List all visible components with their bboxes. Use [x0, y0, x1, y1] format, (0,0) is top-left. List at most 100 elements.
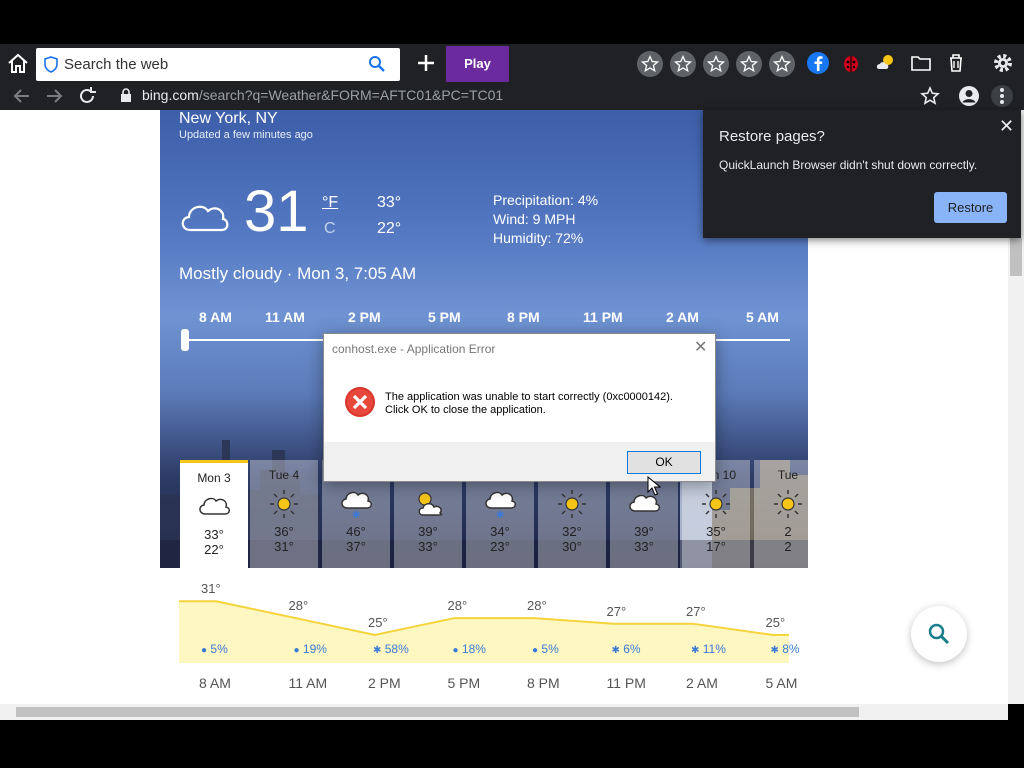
sun-icon	[538, 488, 606, 520]
chart-value-label: 27°	[606, 603, 627, 619]
chart-x-label: 11 PM	[606, 675, 646, 691]
day-low: 31°	[274, 539, 294, 554]
hour-label: 5 PM	[428, 309, 461, 325]
bookmark-star-icon[interactable]	[919, 85, 941, 107]
chart-x-label: 8 PM	[527, 675, 560, 691]
day-high: 2	[784, 524, 792, 539]
folder-icon[interactable]	[909, 51, 933, 75]
favorite-star-icon[interactable]	[637, 51, 663, 77]
error-message-line2: Click OK to close the application.	[385, 404, 546, 416]
close-icon[interactable]: ✕	[999, 116, 1014, 137]
close-icon[interactable]: ✕	[694, 337, 707, 357]
profile-icon[interactable]	[958, 85, 980, 107]
search-icon	[928, 623, 950, 645]
day-high: 46°	[346, 524, 366, 539]
search-icon[interactable]	[368, 55, 386, 78]
snowflake-icon: ✱	[770, 645, 779, 656]
humidity: Humidity: 72%	[493, 230, 584, 246]
hour-label: 8 PM	[507, 309, 540, 325]
drop-icon: ●	[532, 645, 539, 656]
day-high: 39°	[634, 524, 654, 539]
scrollbar-thumb[interactable]	[16, 707, 859, 717]
favorite-star-icon[interactable]	[703, 51, 729, 77]
precip-value: 58%	[384, 642, 409, 656]
gear-icon[interactable]	[991, 51, 1015, 75]
hour-label: 11 PM	[583, 309, 623, 325]
location[interactable]: New York, NY	[179, 110, 278, 128]
day-low: 2	[784, 539, 792, 554]
ok-button[interactable]: OK	[627, 451, 701, 474]
drop-icon: ●	[452, 645, 459, 656]
day-low: 37°	[346, 539, 366, 554]
day-high: 35°	[706, 524, 726, 539]
snow-cloud-icon: ✱	[322, 488, 390, 521]
precip-chance: ● 18%	[453, 642, 486, 656]
forward-arrow-icon[interactable]	[43, 85, 65, 107]
snow-cloud-icon: ✱	[466, 488, 534, 521]
chart-value-label: 27°	[686, 603, 706, 619]
horizontal-scrollbar[interactable]	[0, 704, 1008, 720]
precip-value: 5%	[210, 642, 228, 656]
error-dialog: conhost.exe - Application Error ✕ The ap…	[323, 333, 716, 482]
url-text[interactable]: bing.com/search?q=Weather&FORM=AFTC01&PC…	[142, 87, 503, 103]
day-high: 36°	[274, 524, 294, 539]
snowflake-icon: ✱	[373, 645, 382, 656]
day-tile[interactable]: Tue 4 36° 31°	[250, 460, 318, 568]
chart-x-label: 8 AM	[199, 675, 231, 691]
back-arrow-icon[interactable]	[11, 85, 33, 107]
day-low: 33°	[418, 539, 438, 554]
menu-kebab-icon[interactable]	[991, 85, 1013, 107]
hour-label: 5 AM	[746, 309, 779, 325]
hour-label: 2 PM	[348, 309, 381, 325]
dialog-title: conhost.exe - Application Error	[332, 342, 496, 356]
search-input[interactable]: Search the web	[36, 48, 400, 81]
restore-button[interactable]: Restore	[934, 192, 1007, 223]
snowflake-icon: ✱	[691, 645, 700, 656]
play-button[interactable]: Play	[446, 46, 509, 82]
unit-fahrenheit[interactable]: °F	[322, 194, 338, 212]
url-domain: bing.com	[142, 87, 199, 103]
today-high: 33°	[377, 194, 402, 211]
current-temperature: 31	[244, 179, 309, 244]
restore-title: Restore pages?	[719, 128, 825, 145]
favorite-star-icon[interactable]	[769, 51, 795, 77]
mouse-cursor-icon	[647, 475, 662, 501]
restore-message: QuickLaunch Browser didn't shut down cor…	[719, 158, 978, 172]
search-fab-button[interactable]	[911, 606, 967, 662]
unit-celsius[interactable]: C	[324, 220, 336, 238]
day-low: 30°	[562, 539, 582, 554]
trash-icon[interactable]	[944, 51, 968, 75]
precip-chance: ● 5%	[532, 642, 559, 656]
precipitation: Precipitation: 4%	[493, 192, 599, 208]
time-slider-handle[interactable]	[181, 329, 189, 351]
search-placeholder: Search the web	[64, 56, 169, 73]
chart-x-label: 2 AM	[686, 675, 718, 691]
chart-value-label: 31°	[201, 581, 221, 597]
drop-icon: ●	[201, 645, 208, 656]
top-toolbar: Search the web Play	[0, 44, 1024, 82]
home-icon[interactable]	[6, 52, 30, 76]
snowflake-icon: ✱	[611, 645, 620, 656]
restore-pages-popup: Restore pages? ✕ QuickLaunch Browser did…	[703, 110, 1021, 238]
cloud-icon	[610, 488, 678, 520]
sun-icon	[754, 488, 808, 520]
day-tile[interactable]: Mon 3 33° 22°	[180, 460, 248, 568]
screen: Search the web Play bing.com/search?q=We…	[0, 0, 1024, 768]
precip-chance: ✱ 58%	[373, 642, 409, 656]
ladybug-icon[interactable]	[839, 51, 863, 75]
favorite-star-icon[interactable]	[670, 51, 696, 77]
day-tile[interactable]: Tue 2 2	[754, 460, 808, 568]
weather-icon[interactable]	[874, 51, 898, 75]
reload-icon[interactable]	[76, 85, 98, 107]
partly-sunny-icon	[394, 488, 462, 520]
error-icon	[344, 386, 376, 423]
facebook-icon[interactable]	[806, 51, 830, 75]
error-message-line1: The application was unable to start corr…	[385, 391, 673, 403]
new-tab-plus-icon[interactable]	[414, 51, 438, 75]
precip-value: 6%	[623, 642, 641, 656]
hour-label: 8 AM	[199, 309, 232, 325]
precip-chance: ✱ 6%	[612, 642, 641, 656]
precip-chance: ● 19%	[294, 642, 327, 656]
scrollbar-thumb[interactable]	[1010, 238, 1022, 276]
favorite-star-icon[interactable]	[736, 51, 762, 77]
